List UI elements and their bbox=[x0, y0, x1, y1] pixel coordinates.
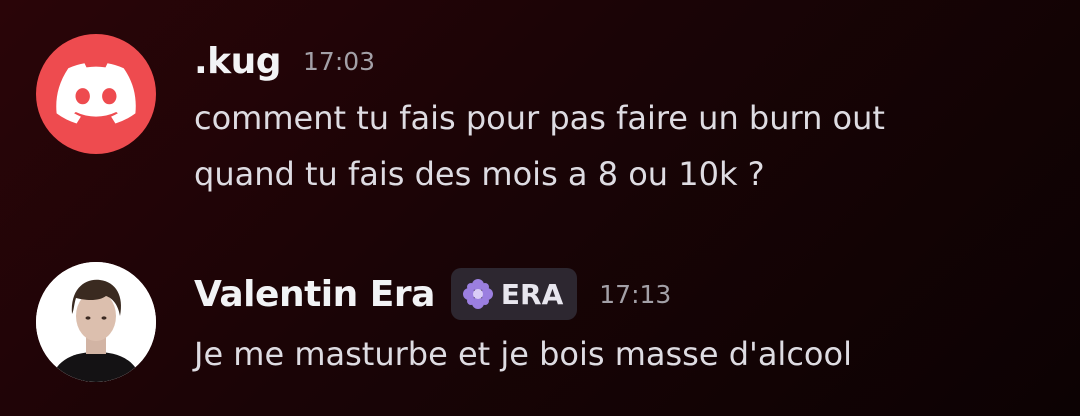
user-photo bbox=[36, 262, 156, 382]
message-header: .kug 17:03 bbox=[194, 36, 375, 86]
discord-logo-icon bbox=[56, 63, 136, 124]
message-content: comment tu fais pour pas faire un burn o… bbox=[194, 90, 1054, 202]
timestamp: 17:03 bbox=[303, 46, 376, 76]
role-label: ERA bbox=[500, 277, 564, 311]
role-tag[interactable]: ERA bbox=[450, 268, 578, 320]
avatar[interactable] bbox=[36, 34, 156, 154]
message-line: comment tu fais pour pas faire un burn o… bbox=[194, 99, 885, 137]
message-line: quand tu fais des mois a 8 ou 10k ? bbox=[194, 155, 765, 193]
username[interactable]: Valentin Era bbox=[194, 274, 435, 315]
avatar[interactable] bbox=[36, 262, 156, 382]
message-content: Je me masturbe et je bois masse d'alcool bbox=[194, 326, 1054, 382]
timestamp: 17:13 bbox=[599, 279, 672, 309]
message-header: Valentin Era ERA 17:13 bbox=[194, 268, 671, 320]
purple-flower-icon bbox=[462, 279, 493, 309]
username[interactable]: .kug bbox=[194, 41, 282, 82]
message-line: Je me masturbe et je bois masse d'alcool bbox=[194, 335, 852, 373]
